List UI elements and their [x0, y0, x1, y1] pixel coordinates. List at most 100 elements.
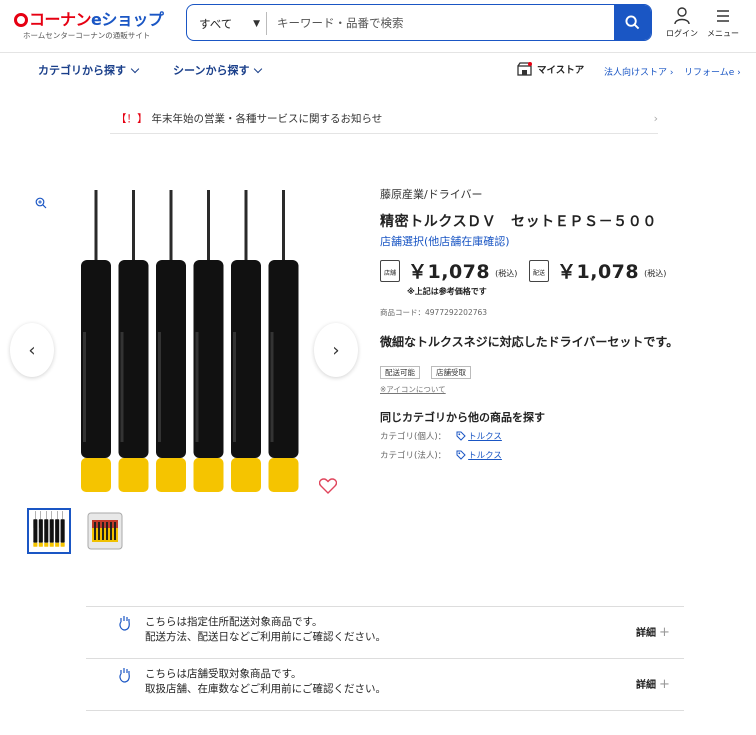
search-input[interactable] [267, 5, 614, 40]
product-code: 商品コード：4977292202763 [380, 308, 488, 317]
screwdriver-shape [38, 511, 43, 547]
category-personal-label: カテゴリ(個人)： [380, 432, 447, 442]
hamburger-icon [717, 10, 729, 22]
mystore-link[interactable]: マイストア [517, 62, 584, 76]
mystore-label: マイストア [537, 65, 585, 76]
corporate-store-link[interactable]: 法人向けストア › [604, 65, 673, 78]
corporate-label: 法人向けストア [604, 68, 668, 78]
product-description: 微細なトルクスネジに対応したドライバーセットです。 [380, 335, 679, 349]
reform-label: リフォームe [684, 68, 735, 78]
detail-label: 詳細 [636, 680, 656, 691]
store-icon-label: 店舗 [383, 269, 396, 277]
category-corporate-link[interactable]: トルクス [468, 449, 502, 461]
gallery-prev-button[interactable]: ‹ [10, 323, 54, 377]
screwdriver-shape [55, 511, 60, 547]
logo-subtitle: ホームセンターコーナンの通販サイト [23, 31, 151, 40]
tag-icon [456, 450, 466, 460]
category-personal-link[interactable]: トルクス [468, 430, 502, 442]
nav-category[interactable]: カテゴリから探す [38, 62, 140, 78]
delivery-info-1-line1: こちらは指定住所配送対象商品です。 [145, 616, 323, 628]
reference-price-note: ※上記は参考価格です [407, 287, 487, 296]
notice-text: 年末年始の営業・各種サービスに関するお知らせ [151, 113, 383, 125]
product-main-image [81, 190, 299, 492]
thumbnail-2[interactable] [83, 508, 127, 554]
same-category-title: 同じカテゴリから他の商品を探す [380, 411, 545, 424]
product-title: 精密トルクスＤＶ セットＥＰＳ－５００ [380, 214, 657, 230]
header-divider [0, 52, 756, 53]
store-price-amount: ￥1,078 [408, 261, 491, 283]
delivery-info-2-line2: 取扱店舗、在庫数などご利用前にご確認ください。 [145, 683, 386, 695]
hand-icon [119, 668, 130, 683]
zoom-button[interactable] [35, 194, 47, 213]
plus-icon: + [659, 625, 670, 640]
screwdriver-shape [33, 511, 38, 547]
nav-scene-label: シーンから探す [173, 64, 250, 77]
nav-category-label: カテゴリから探す [38, 64, 126, 77]
search-category-value: すべて [199, 16, 233, 31]
category-personal-row: カテゴリ(個人)： トルクス [380, 430, 502, 442]
product-brand: 藤原産業/ドライバー [380, 188, 483, 201]
menu-label: メニュー [707, 29, 739, 38]
logo-ring-icon [14, 13, 28, 27]
divider [86, 710, 684, 711]
delivery-info-2-line1: こちらは店舗受取対象商品です。 [145, 668, 302, 680]
store-price: 店舗 ￥1,078 (税込) [380, 257, 517, 284]
screwdriver-shape [49, 511, 54, 547]
category-corporate-row: カテゴリ(法人)： トルクス [380, 449, 502, 461]
plus-icon: + [659, 677, 670, 692]
search-icon [625, 15, 640, 30]
chevron-down-icon [254, 64, 263, 74]
chevron-left-icon: ‹ [28, 339, 36, 361]
screwdriver-shape [60, 511, 65, 547]
login-label: ログイン [666, 29, 698, 38]
delivery-price-amount: ￥1,078 [557, 261, 640, 283]
store-select-link[interactable]: 店舗選択(他店舗在庫確認) [380, 233, 510, 249]
reform-link[interactable]: リフォームe › [684, 65, 741, 78]
delivery-price-icon: 配送 [529, 259, 549, 282]
category-corporate-label: カテゴリ(法人)： [380, 451, 447, 461]
detail-label: 詳細 [636, 628, 656, 639]
search-button[interactable] [614, 5, 651, 40]
logo-e-text: eショップ [91, 10, 164, 29]
delivery-price: 配送 ￥1,078 (税込) [529, 257, 666, 284]
chevron-down-icon [130, 64, 140, 74]
search-category-select[interactable]: すべて ▼ [187, 12, 267, 35]
screwdriver-shape [193, 190, 224, 492]
store-price-icon: 店舗 [380, 259, 400, 282]
user-icon [674, 7, 690, 25]
icon-note-link[interactable]: ※アイコンについて [380, 384, 446, 395]
screwdriver-shape [156, 190, 186, 492]
menu-button[interactable]: メニュー [703, 7, 743, 39]
screwdriver-shape [231, 190, 261, 492]
delivery-icon-label: 配送 [532, 269, 545, 277]
favorite-button[interactable] [318, 478, 338, 498]
chevron-right-icon: › [332, 339, 340, 361]
store-icon [517, 62, 532, 76]
screwdriver-shape [44, 511, 49, 547]
screwdriver-shape [268, 190, 299, 492]
divider [86, 606, 684, 607]
store-price-tax: (税込) [495, 269, 518, 278]
nav-scene[interactable]: シーンから探す [173, 62, 263, 78]
delivery-detail-button-2[interactable]: 詳細 + [636, 676, 670, 692]
logo-text: コーナン [29, 10, 92, 29]
zoom-in-icon [35, 197, 47, 209]
gallery-next-button[interactable]: › [314, 323, 358, 377]
delivery-info-1: こちらは指定住所配送対象商品です。 配送方法、配送日などご利用前にご確認ください… [145, 615, 386, 645]
delivery-info-1-line2: 配送方法、配送日などご利用前にご確認ください。 [145, 631, 386, 643]
delivery-price-tax: (税込) [644, 269, 667, 278]
heart-icon [318, 478, 338, 494]
notice-banner[interactable]: 【！】 年末年始の営業・各種サービスに関するお知らせ › [110, 104, 658, 134]
tag-delivery: 配送可能 [380, 366, 420, 379]
delivery-detail-button-1[interactable]: 詳細 + [636, 624, 670, 640]
login-button[interactable]: ログイン [662, 7, 702, 39]
caret-down-icon: ▼ [253, 18, 260, 29]
tag-store-pickup: 店舗受取 [431, 366, 471, 379]
screwdriver-shape [118, 190, 149, 492]
search-bar: すべて ▼ [186, 4, 652, 41]
delivery-info-2: こちらは店舗受取対象商品です。 取扱店舗、在庫数などご利用前にご確認ください。 [145, 667, 386, 697]
screwdriver-shape [81, 190, 111, 492]
chevron-right-icon: › [653, 112, 658, 125]
site-logo[interactable]: コーナンeショップ [14, 6, 164, 30]
thumbnail-1[interactable] [27, 508, 71, 554]
